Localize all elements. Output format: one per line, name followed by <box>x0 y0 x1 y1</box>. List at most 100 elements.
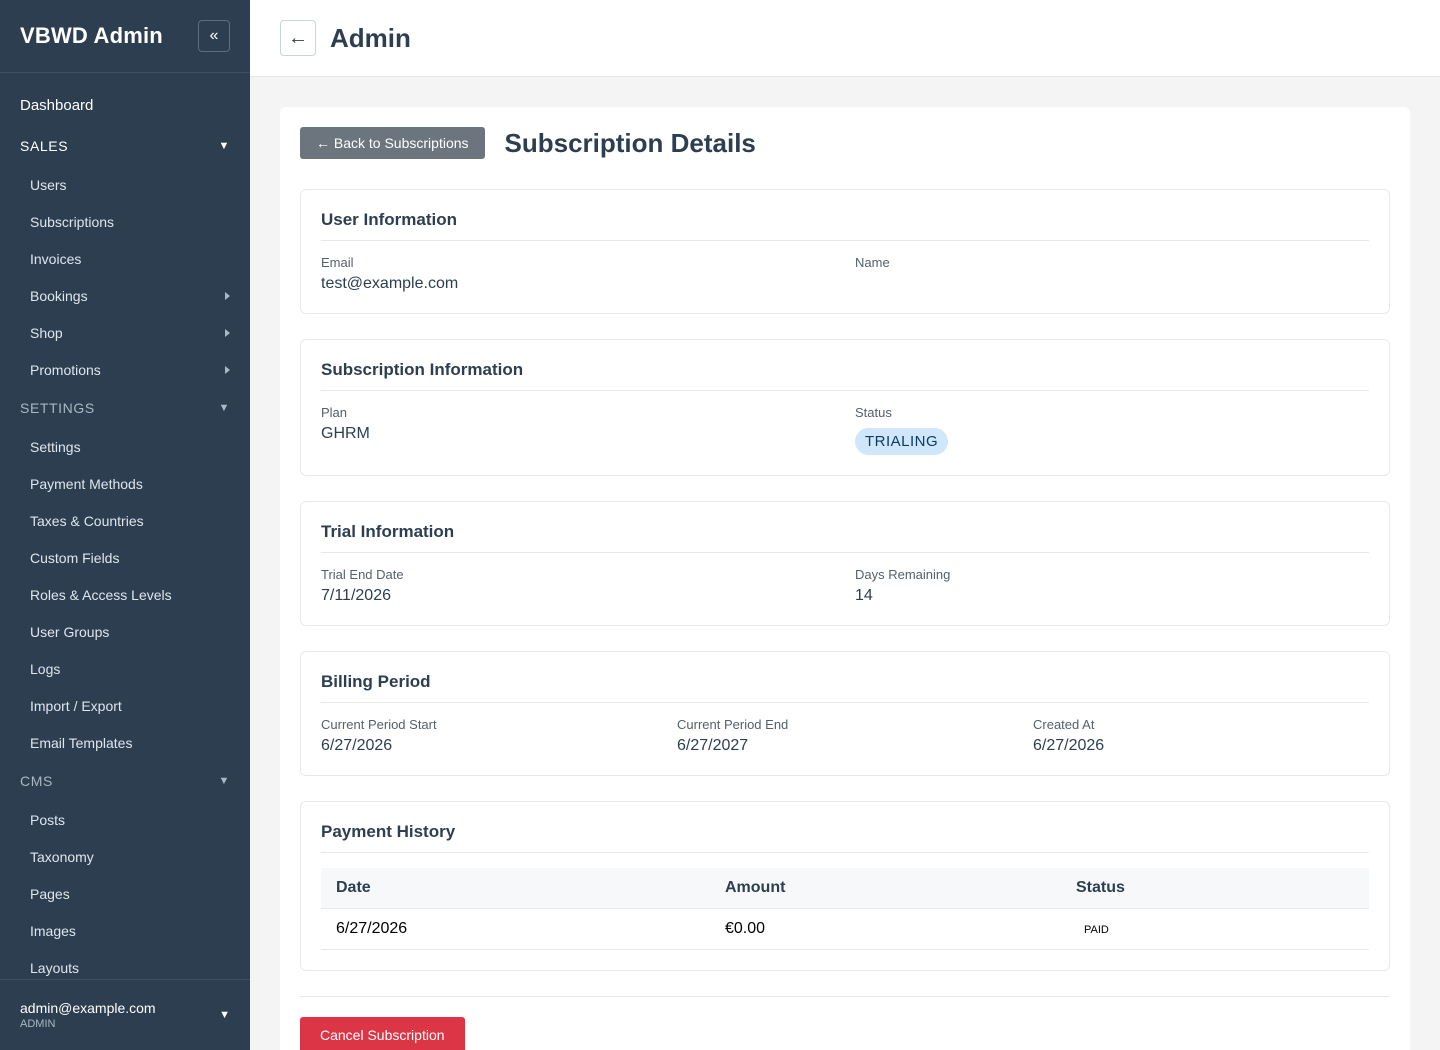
payment-status-cell: PAID <box>1061 908 1369 950</box>
chevron-down-icon: ▼ <box>218 140 230 152</box>
billing-period-card: Billing Period Current Period Start 6/27… <box>300 651 1390 776</box>
field-label: Email <box>321 255 354 270</box>
sidebar-item-label: Import / Export <box>30 697 122 714</box>
sidebar-section-cms[interactable]: CMS ▼ <box>0 761 250 801</box>
sidebar-item-label: Taxonomy <box>30 848 94 865</box>
back-button[interactable]: ← <box>280 20 316 56</box>
sidebar-section-label: SALES <box>20 138 69 154</box>
cancel-subscription-button[interactable]: Cancel Subscription <box>300 1017 465 1050</box>
sidebar-section-settings[interactable]: SETTINGS ▼ <box>0 388 250 428</box>
sidebar-item-dashboard[interactable]: Dashboard <box>0 85 250 126</box>
back-to-subscriptions-button[interactable]: ← Back to Subscriptions <box>300 127 485 159</box>
chevron-right-icon <box>225 365 230 374</box>
card-title: Subscription Information <box>321 360 1369 391</box>
sidebar-item-taxes-countries[interactable]: Taxes & Countries <box>0 502 250 539</box>
sidebar-item-label: Bookings <box>30 287 88 304</box>
sidebar-item-roles-access[interactable]: Roles & Access Levels <box>0 576 250 613</box>
sidebar-item-custom-fields[interactable]: Custom Fields <box>0 539 250 576</box>
email-field: Email test@example.com <box>321 255 835 293</box>
sidebar-item-shop[interactable]: Shop <box>0 314 250 351</box>
table-header-row: Date Amount Status <box>321 868 1369 909</box>
sidebar-item-label: Email Templates <box>30 734 133 751</box>
topbar: ← Admin <box>250 0 1440 77</box>
field-value: 6/27/2027 <box>677 737 749 754</box>
arrow-left-icon: ← <box>288 26 308 49</box>
user-information-card: User Information Email test@example.com … <box>300 189 1390 314</box>
sidebar-item-label: Taxes & Countries <box>30 512 144 529</box>
sidebar-section-sales[interactable]: SALES ▼ <box>0 126 250 166</box>
sidebar-item-label: Promotions <box>30 361 101 378</box>
user-menu[interactable]: admin@example.com ADMIN ▼ <box>0 979 250 1050</box>
status-badge: TRIALING <box>855 428 949 455</box>
payment-status: PAID <box>1084 924 1109 936</box>
trial-end-date-field: Trial End Date 7/11/2026 <box>321 567 835 605</box>
period-end-field: Current Period End 6/27/2027 <box>677 717 1013 755</box>
app: VBWD Admin « Dashboard SALES ▼ Users Sub… <box>0 0 1440 1050</box>
collapse-sidebar-button[interactable]: « <box>198 20 230 52</box>
payment-date: 6/27/2026 <box>321 908 710 950</box>
card-title: Trial Information <box>321 522 1369 553</box>
page-title: Subscription Details <box>504 127 756 158</box>
sidebar-item-label: Logs <box>30 660 61 677</box>
sidebar-item-label: User Groups <box>30 623 110 640</box>
name-field: Name <box>855 255 1369 293</box>
sidebar-item-promotions[interactable]: Promotions <box>0 351 250 388</box>
field-label: Current Period End <box>677 717 789 732</box>
field-label: Created At <box>1033 717 1095 732</box>
sidebar-item-label: Layouts <box>30 959 80 976</box>
sidebar-item-label: Subscriptions <box>30 213 115 230</box>
sidebar-item-subscriptions[interactable]: Subscriptions <box>0 203 250 240</box>
trial-information-card: Trial Information Trial End Date 7/11/20… <box>300 501 1390 626</box>
main-content: ← Back to Subscriptions Subscription Det… <box>280 107 1410 1050</box>
sidebar-item-pages[interactable]: Pages <box>0 875 250 912</box>
table-row: 6/27/2026 €0.00 PAID <box>321 908 1369 950</box>
collapse-icon: « <box>209 27 219 44</box>
chevron-right-icon <box>225 328 230 337</box>
period-start-field: Current Period Start 6/27/2026 <box>321 717 657 755</box>
subscription-information-card: Subscription Information Plan GHRM Statu… <box>300 339 1390 476</box>
sidebar-item-logs[interactable]: Logs <box>0 650 250 687</box>
sidebar-item-images[interactable]: Images <box>0 912 250 949</box>
field-value: 14 <box>855 587 873 604</box>
card-title: Billing Period <box>321 672 1369 703</box>
sidebar-section-label: SETTINGS <box>20 400 95 416</box>
sidebar-item-user-groups[interactable]: User Groups <box>0 613 250 650</box>
chevron-down-icon: ▼ <box>218 775 230 787</box>
sidebar-item-label: Posts <box>30 811 66 828</box>
sidebar-item-taxonomy[interactable]: Taxonomy <box>0 838 250 875</box>
payment-history-table: Date Amount Status 6/27/2026 €0.00 PAID <box>321 868 1369 950</box>
status-field: Status TRIALING <box>855 405 1369 455</box>
field-label: Status <box>855 405 892 420</box>
field-value: test@example.com <box>321 275 459 292</box>
payment-history-card: Payment History Date Amount Status 6/27/… <box>300 801 1390 971</box>
created-at-field: Created At 6/27/2026 <box>1033 717 1369 755</box>
sidebar-item-label: Payment Methods <box>30 475 143 492</box>
sidebar-item-label: Dashboard <box>20 97 94 114</box>
sidebar-item-label: Images <box>30 922 76 939</box>
sidebar-item-payment-methods[interactable]: Payment Methods <box>0 465 250 502</box>
sidebar-item-invoices[interactable]: Invoices <box>0 240 250 277</box>
sidebar-item-label: Shop <box>30 324 63 341</box>
sidebar-item-settings[interactable]: Settings <box>0 428 250 465</box>
sidebar-item-users[interactable]: Users <box>0 166 250 203</box>
sidebar: VBWD Admin « Dashboard SALES ▼ Users Sub… <box>0 0 250 1050</box>
sidebar-section-label: CMS <box>20 773 53 789</box>
chevron-down-icon: ▼ <box>219 1009 230 1021</box>
payment-amount: €0.00 <box>710 908 1061 950</box>
column-header-amount: Amount <box>710 868 1061 909</box>
sidebar-item-label: Settings <box>30 438 81 455</box>
card-title: User Information <box>321 210 1369 241</box>
field-label: Trial End Date <box>321 567 404 582</box>
sidebar-item-import-export[interactable]: Import / Export <box>0 687 250 724</box>
column-header-date: Date <box>321 868 710 909</box>
field-label: Name <box>855 255 890 270</box>
chevron-down-icon: ▼ <box>218 402 230 414</box>
sidebar-item-posts[interactable]: Posts <box>0 801 250 838</box>
field-value: 6/27/2026 <box>321 737 393 754</box>
sidebar-item-label: Users <box>30 176 67 193</box>
field-label: Plan <box>321 405 348 420</box>
sidebar-item-bookings[interactable]: Bookings <box>0 277 250 314</box>
sidebar-item-email-templates[interactable]: Email Templates <box>0 724 250 761</box>
chevron-right-icon <box>225 291 230 300</box>
field-value: GHRM <box>321 425 370 442</box>
